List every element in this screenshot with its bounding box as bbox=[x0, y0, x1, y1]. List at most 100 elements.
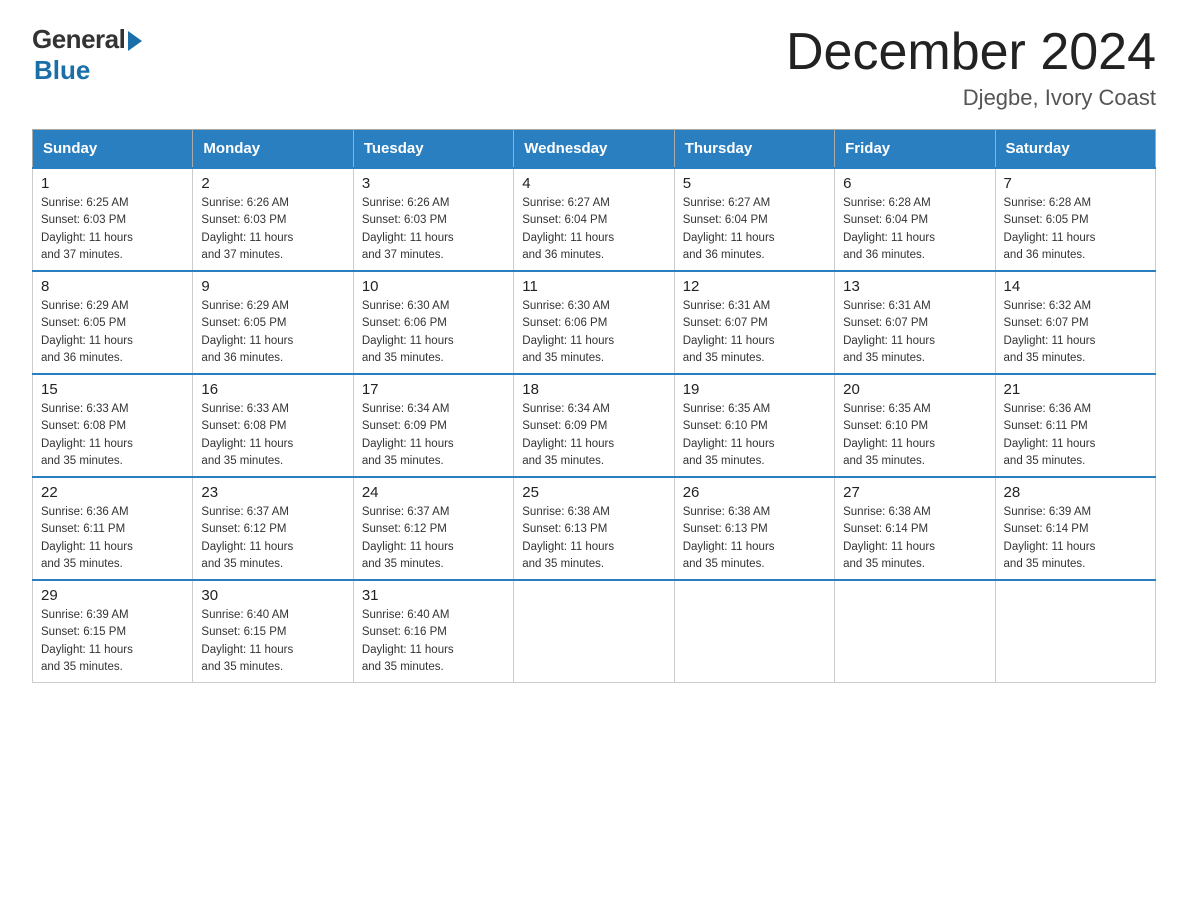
location-label: Djegbe, Ivory Coast bbox=[786, 85, 1156, 111]
day-info: Sunrise: 6:31 AMSunset: 6:07 PMDaylight:… bbox=[843, 298, 986, 367]
day-number: 21 bbox=[1004, 381, 1147, 398]
day-number: 18 bbox=[522, 381, 665, 398]
calendar-cell: 2 Sunrise: 6:26 AMSunset: 6:03 PMDaylight… bbox=[193, 168, 353, 271]
day-number: 30 bbox=[201, 587, 344, 604]
month-title: December 2024 bbox=[786, 24, 1156, 81]
day-info: Sunrise: 6:33 AMSunset: 6:08 PMDaylight:… bbox=[41, 401, 184, 470]
day-info: Sunrise: 6:25 AMSunset: 6:03 PMDaylight:… bbox=[41, 195, 184, 264]
calendar-week-4: 22Sunrise: 6:36 AMSunset: 6:11 PMDayligh… bbox=[33, 477, 1156, 580]
calendar-cell: 4 Sunrise: 6:27 AMSunset: 6:04 PMDaylight… bbox=[514, 168, 674, 271]
day-number: 7 bbox=[1004, 175, 1147, 192]
calendar-cell: 29Sunrise: 6:39 AMSunset: 6:15 PMDayligh… bbox=[33, 580, 193, 683]
calendar-cell: 13 Sunrise: 6:31 AMSunset: 6:07 PMDayligh… bbox=[835, 271, 995, 374]
logo-general-text: General bbox=[32, 24, 125, 55]
day-number: 16 bbox=[201, 381, 344, 398]
day-info: Sunrise: 6:26 AMSunset: 6:03 PMDaylight:… bbox=[201, 195, 344, 264]
calendar-cell: 7 Sunrise: 6:28 AMSunset: 6:05 PMDaylight… bbox=[995, 168, 1155, 271]
calendar-cell bbox=[995, 580, 1155, 683]
calendar-week-1: 1 Sunrise: 6:25 AMSunset: 6:03 PMDaylight… bbox=[33, 168, 1156, 271]
calendar-header-saturday: Saturday bbox=[995, 130, 1155, 169]
calendar-cell: 9 Sunrise: 6:29 AMSunset: 6:05 PMDaylight… bbox=[193, 271, 353, 374]
day-info: Sunrise: 6:27 AMSunset: 6:04 PMDaylight:… bbox=[683, 195, 826, 264]
day-info: Sunrise: 6:33 AMSunset: 6:08 PMDaylight:… bbox=[201, 401, 344, 470]
calendar-week-2: 8 Sunrise: 6:29 AMSunset: 6:05 PMDaylight… bbox=[33, 271, 1156, 374]
day-number: 1 bbox=[41, 175, 184, 192]
day-number: 11 bbox=[522, 278, 665, 295]
day-number: 26 bbox=[683, 484, 826, 501]
day-number: 15 bbox=[41, 381, 184, 398]
calendar-table: SundayMondayTuesdayWednesdayThursdayFrid… bbox=[32, 129, 1156, 683]
day-info: Sunrise: 6:32 AMSunset: 6:07 PMDaylight:… bbox=[1004, 298, 1147, 367]
calendar-header-monday: Monday bbox=[193, 130, 353, 169]
calendar-cell: 1 Sunrise: 6:25 AMSunset: 6:03 PMDaylight… bbox=[33, 168, 193, 271]
day-number: 25 bbox=[522, 484, 665, 501]
day-info: Sunrise: 6:37 AMSunset: 6:12 PMDaylight:… bbox=[362, 504, 505, 573]
calendar-cell: 18 Sunrise: 6:34 AMSunset: 6:09 PMDayligh… bbox=[514, 374, 674, 477]
calendar-cell: 3 Sunrise: 6:26 AMSunset: 6:03 PMDaylight… bbox=[353, 168, 513, 271]
day-info: Sunrise: 6:28 AMSunset: 6:05 PMDaylight:… bbox=[1004, 195, 1147, 264]
calendar-header-friday: Friday bbox=[835, 130, 995, 169]
day-info: Sunrise: 6:37 AMSunset: 6:12 PMDaylight:… bbox=[201, 504, 344, 573]
calendar-header-wednesday: Wednesday bbox=[514, 130, 674, 169]
day-info: Sunrise: 6:29 AMSunset: 6:05 PMDaylight:… bbox=[201, 298, 344, 367]
calendar-cell: 21 Sunrise: 6:36 AMSunset: 6:11 PMDayligh… bbox=[995, 374, 1155, 477]
day-number: 10 bbox=[362, 278, 505, 295]
day-info: Sunrise: 6:34 AMSunset: 6:09 PMDaylight:… bbox=[522, 401, 665, 470]
calendar-header-thursday: Thursday bbox=[674, 130, 834, 169]
day-number: 9 bbox=[201, 278, 344, 295]
day-number: 24 bbox=[362, 484, 505, 501]
day-info: Sunrise: 6:29 AMSunset: 6:05 PMDaylight:… bbox=[41, 298, 184, 367]
calendar-cell: 15 Sunrise: 6:33 AMSunset: 6:08 PMDayligh… bbox=[33, 374, 193, 477]
calendar-cell: 25 Sunrise: 6:38 AMSunset: 6:13 PMDayligh… bbox=[514, 477, 674, 580]
page-header: General Blue December 2024 Djegbe, Ivory… bbox=[32, 24, 1156, 111]
title-section: December 2024 Djegbe, Ivory Coast bbox=[786, 24, 1156, 111]
day-number: 8 bbox=[41, 278, 184, 295]
day-number: 14 bbox=[1004, 278, 1147, 295]
day-info: Sunrise: 6:35 AMSunset: 6:10 PMDaylight:… bbox=[683, 401, 826, 470]
calendar-cell: 10 Sunrise: 6:30 AMSunset: 6:06 PMDayligh… bbox=[353, 271, 513, 374]
day-info: Sunrise: 6:27 AMSunset: 6:04 PMDaylight:… bbox=[522, 195, 665, 264]
day-number: 6 bbox=[843, 175, 986, 192]
day-info: Sunrise: 6:34 AMSunset: 6:09 PMDaylight:… bbox=[362, 401, 505, 470]
day-info: Sunrise: 6:40 AMSunset: 6:16 PMDaylight:… bbox=[362, 607, 505, 676]
day-number: 31 bbox=[362, 587, 505, 604]
day-number: 22 bbox=[41, 484, 184, 501]
logo-blue-text: Blue bbox=[34, 55, 90, 86]
day-info: Sunrise: 6:38 AMSunset: 6:13 PMDaylight:… bbox=[683, 504, 826, 573]
calendar-week-3: 15 Sunrise: 6:33 AMSunset: 6:08 PMDayligh… bbox=[33, 374, 1156, 477]
day-info: Sunrise: 6:31 AMSunset: 6:07 PMDaylight:… bbox=[683, 298, 826, 367]
day-info: Sunrise: 6:30 AMSunset: 6:06 PMDaylight:… bbox=[362, 298, 505, 367]
calendar-cell: 11Sunrise: 6:30 AMSunset: 6:06 PMDayligh… bbox=[514, 271, 674, 374]
day-number: 28 bbox=[1004, 484, 1147, 501]
day-number: 4 bbox=[522, 175, 665, 192]
calendar-cell: 23 Sunrise: 6:37 AMSunset: 6:12 PMDayligh… bbox=[193, 477, 353, 580]
calendar-cell: 14 Sunrise: 6:32 AMSunset: 6:07 PMDayligh… bbox=[995, 271, 1155, 374]
day-number: 23 bbox=[201, 484, 344, 501]
calendar-cell: 5 Sunrise: 6:27 AMSunset: 6:04 PMDaylight… bbox=[674, 168, 834, 271]
calendar-cell: 19 Sunrise: 6:35 AMSunset: 6:10 PMDayligh… bbox=[674, 374, 834, 477]
day-number: 3 bbox=[362, 175, 505, 192]
calendar-cell: 16 Sunrise: 6:33 AMSunset: 6:08 PMDayligh… bbox=[193, 374, 353, 477]
day-number: 5 bbox=[683, 175, 826, 192]
calendar-cell: 30 Sunrise: 6:40 AMSunset: 6:15 PMDayligh… bbox=[193, 580, 353, 683]
logo-arrow-icon bbox=[128, 31, 142, 51]
day-info: Sunrise: 6:40 AMSunset: 6:15 PMDaylight:… bbox=[201, 607, 344, 676]
day-number: 13 bbox=[843, 278, 986, 295]
calendar-cell bbox=[835, 580, 995, 683]
calendar-cell bbox=[674, 580, 834, 683]
day-number: 2 bbox=[201, 175, 344, 192]
calendar-cell: 28Sunrise: 6:39 AMSunset: 6:14 PMDayligh… bbox=[995, 477, 1155, 580]
calendar-cell bbox=[514, 580, 674, 683]
calendar-cell: 31 Sunrise: 6:40 AMSunset: 6:16 PMDayligh… bbox=[353, 580, 513, 683]
day-number: 29 bbox=[41, 587, 184, 604]
calendar-cell: 6 Sunrise: 6:28 AMSunset: 6:04 PMDaylight… bbox=[835, 168, 995, 271]
day-info: Sunrise: 6:26 AMSunset: 6:03 PMDaylight:… bbox=[362, 195, 505, 264]
day-info: Sunrise: 6:38 AMSunset: 6:13 PMDaylight:… bbox=[522, 504, 665, 573]
calendar-week-5: 29Sunrise: 6:39 AMSunset: 6:15 PMDayligh… bbox=[33, 580, 1156, 683]
calendar-cell: 8 Sunrise: 6:29 AMSunset: 6:05 PMDaylight… bbox=[33, 271, 193, 374]
calendar-header-sunday: Sunday bbox=[33, 130, 193, 169]
day-number: 19 bbox=[683, 381, 826, 398]
day-info: Sunrise: 6:28 AMSunset: 6:04 PMDaylight:… bbox=[843, 195, 986, 264]
day-info: Sunrise: 6:36 AMSunset: 6:11 PMDaylight:… bbox=[1004, 401, 1147, 470]
calendar-cell: 24 Sunrise: 6:37 AMSunset: 6:12 PMDayligh… bbox=[353, 477, 513, 580]
